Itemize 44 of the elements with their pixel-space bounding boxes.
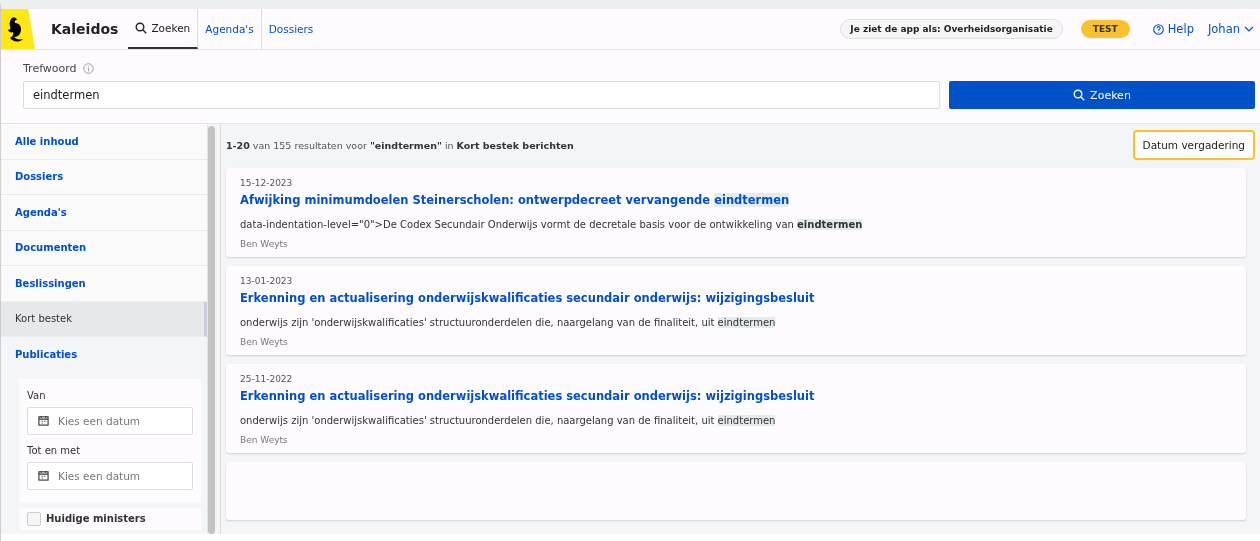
- result-snippet: data-indentation-level="0">De Codex Secundair Onderwijs vormt de decretale basis voor de ontwikkeling van eindtermen: [240, 219, 864, 230]
- checkbox-label: Huidige ministers: [46, 513, 146, 524]
- sidebar-item[interactable]: Kort bestek: [1, 301, 207, 337]
- date-field[interactable]: Kies een datum: [27, 406, 193, 435]
- app-name: Kaleidos: [51, 21, 119, 37]
- sidebar-item[interactable]: Beslissingen: [1, 266, 207, 302]
- result-date: 15-12-2023: [240, 178, 294, 188]
- search-icon: [135, 22, 148, 34]
- checkbox[interactable]: [27, 511, 41, 526]
- help-link[interactable]: Help: [1152, 22, 1194, 36]
- date-field[interactable]: Kies een datum: [27, 461, 193, 490]
- calendar-icon: [38, 470, 49, 481]
- result-author: Ben Weyts: [240, 337, 289, 347]
- scrollbar-thumb[interactable]: [208, 126, 215, 534]
- help-icon: [1152, 23, 1164, 35]
- nav-tab[interactable]: Dossiers: [261, 9, 321, 49]
- result-date: 13-01-2023: [240, 276, 294, 286]
- sidebar-item[interactable]: Dossiers: [1, 159, 207, 195]
- result-snippet: onderwijs zijn 'onderwijskwalificaties' structuuronderdelen die, naargelang van de finaliteit, uit eindtermen: [240, 317, 777, 328]
- info-icon: [82, 63, 94, 74]
- result-title-link[interactable]: Erkenning en actualisering onderwijskwalificaties secundair onderwijs: wijzigingsbesluit: [240, 389, 815, 403]
- results-summary: 1-20 van 155 resultaten voor "eindtermen" in Kort bestek berichten: [226, 139, 574, 151]
- date-label: Tot en met: [27, 444, 82, 456]
- role-badge: Je ziet de app als: Overheidsorganisatie: [840, 19, 1063, 39]
- result-snippet: onderwijs zijn 'onderwijskwalificaties' structuuronderdelen die, naargelang van de finaliteit, uit eindtermen: [240, 415, 777, 426]
- sidebar-item[interactable]: Agenda's: [1, 195, 207, 231]
- result-title-link[interactable]: Erkenning en actualisering onderwijskwalificaties secundair onderwijs: wijzigingsbesluit: [240, 291, 815, 305]
- sidebar-item[interactable]: Alle inhoud: [1, 124, 207, 160]
- result-title-link[interactable]: Afwijking minimumdoelen Steinerscholen: ontwerpdecreet vervangende eindtermen: [240, 193, 790, 207]
- environment-badge: TEST: [1080, 20, 1130, 38]
- search-field[interactable]: eindtermen: [23, 81, 940, 109]
- date-label: Van: [27, 389, 47, 401]
- search-button[interactable]: Zoeken: [949, 81, 1255, 109]
- user-menu[interactable]: Johan: [1207, 22, 1254, 36]
- result-author: Ben Weyts: [240, 435, 289, 445]
- calendar-icon: [38, 415, 49, 426]
- search-icon: [1073, 89, 1086, 101]
- keyword-label: Trefwoord: [23, 62, 77, 75]
- sidebar-item[interactable]: Documenten: [1, 230, 207, 266]
- nav-tab[interactable]: Agenda's: [198, 9, 262, 49]
- chevron-down-icon: [1244, 26, 1254, 32]
- result-date: 25-11-2022: [240, 374, 294, 384]
- result-author: Ben Weyts: [240, 239, 289, 249]
- sort-button[interactable]: Datum vergadering: [1132, 130, 1255, 160]
